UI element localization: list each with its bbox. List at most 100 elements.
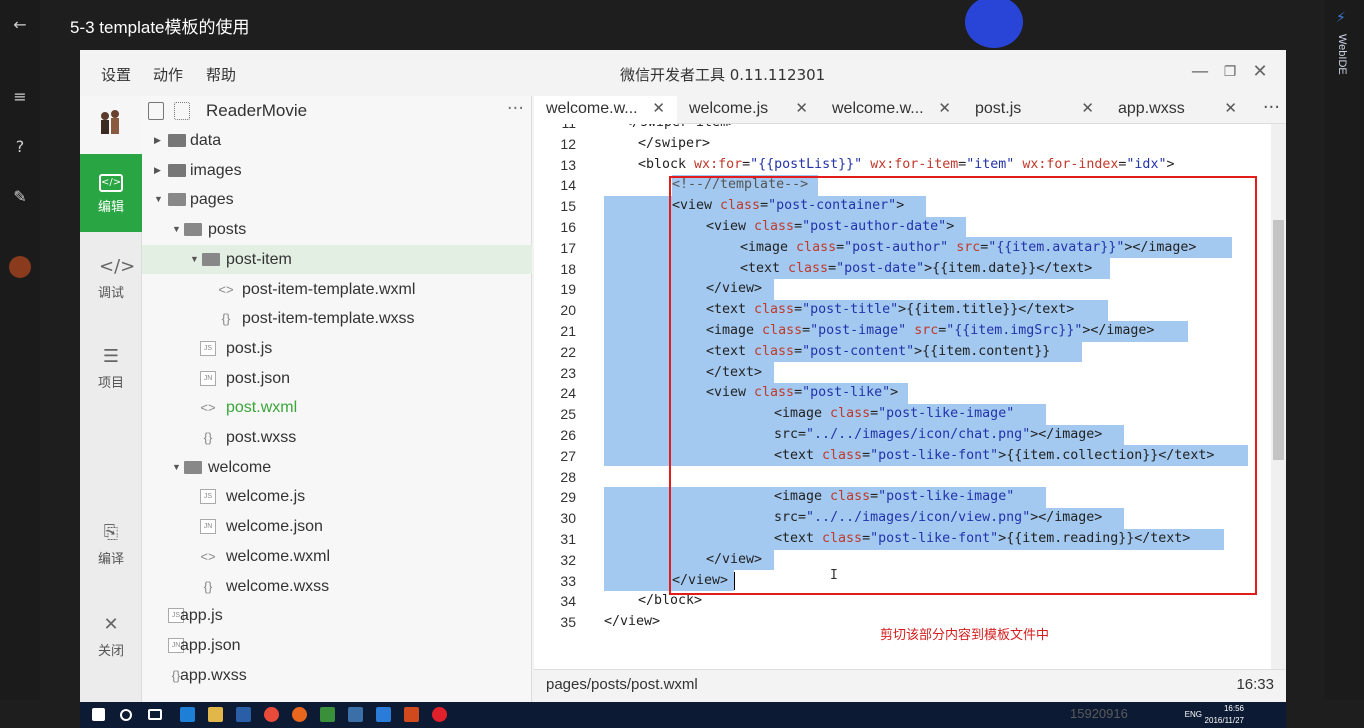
menu-actions[interactable]: 动作 — [153, 64, 183, 85]
tree-item-label: welcome.wxss — [226, 577, 330, 595]
tree-item-welcome[interactable]: ▼ welcome — [142, 453, 532, 482]
chevron-down-icon[interactable]: ▼ — [172, 453, 181, 482]
tree-item-app-json[interactable]: JN app.json — [142, 631, 532, 660]
tree-item-post-json[interactable]: JN post.json — [142, 364, 532, 393]
search-icon[interactable] — [120, 709, 132, 721]
ide-window: 设置 动作 帮助 微信开发者工具 0.11.112301 — ❐ ✕ </> 编… — [80, 50, 1286, 702]
chevron-right-icon[interactable]: ▶ — [154, 126, 161, 155]
chevron-right-icon[interactable]: ▶ — [154, 156, 161, 185]
file-tree: ReaderMovie ··· ▶ data ▶ images ▼ pages ▼ posts… — [142, 96, 532, 702]
windows-start-icon[interactable] — [92, 708, 105, 721]
wxss-file-icon: {} — [221, 311, 231, 327]
help-icon[interactable]: ? — [9, 136, 31, 158]
editor-tab[interactable]: welcome.js ✕ — [677, 96, 820, 124]
tab-label: welcome.w... — [546, 100, 638, 117]
editor-tab[interactable]: welcome.w... ✕ — [534, 96, 677, 124]
tab-label: post.js — [975, 100, 1022, 117]
activity-bar: </> 编辑 </> 调试 ☰ 项目 ⎘ 编译 ✕ 关闭 — [80, 96, 142, 702]
recorder-icon[interactable] — [432, 707, 447, 722]
line-number: 24 — [560, 385, 576, 402]
tree-item-welcome-wxml[interactable]: <> welcome.wxml — [142, 542, 532, 571]
tree-item-welcome-json[interactable]: JN welcome.json — [142, 512, 532, 541]
chevron-down-icon[interactable]: ▼ — [154, 185, 163, 214]
title-bar: 设置 动作 帮助 微信开发者工具 0.11.112301 — ❐ ✕ — [80, 50, 1286, 96]
activity-debug[interactable]: </> 调试 — [80, 242, 142, 312]
tree-item-post-wxml[interactable]: <> post.wxml — [142, 393, 532, 422]
chevron-down-icon[interactable]: ▼ — [190, 245, 199, 274]
code-line: </swiper-item> — [624, 124, 736, 133]
tree-item-welcome-js[interactable]: JS welcome.js — [142, 482, 532, 511]
tree-item-label: post.wxss — [226, 429, 297, 446]
explorer-icon[interactable] — [208, 707, 223, 722]
scrollbar-thumb[interactable] — [1273, 220, 1284, 460]
tree-item-post-wxss[interactable]: {} post.wxss — [142, 423, 532, 452]
tab-close-icon[interactable]: ✕ — [1081, 96, 1094, 122]
clock-date: 2016/11/27 — [1204, 716, 1244, 725]
language-indicator[interactable]: ENG — [1185, 710, 1202, 719]
vertical-scrollbar[interactable] — [1271, 124, 1286, 669]
annotation-box — [669, 176, 1257, 595]
tree-item-images[interactable]: ▶ images — [142, 156, 532, 185]
line-number: 34 — [560, 593, 576, 610]
webstorm-icon[interactable] — [348, 707, 363, 722]
line-number: 21 — [560, 323, 576, 339]
chrome-icon[interactable] — [264, 707, 279, 722]
activity-project[interactable]: ☰ 项目 — [80, 332, 142, 402]
pencil-icon[interactable]: ✎ — [9, 186, 31, 208]
tree-item-post-item-template-wxss[interactable]: {} post-item-template.wxss — [142, 304, 532, 333]
project-avatar[interactable] — [80, 96, 142, 154]
user-avatar-icon[interactable] — [9, 256, 31, 278]
ibeam-cursor-icon: I — [830, 568, 838, 583]
tree-item-post-js[interactable]: JS post.js — [142, 334, 532, 363]
webide-label[interactable]: WebIDE — [1336, 34, 1348, 75]
tree-item-pages[interactable]: ▼ pages — [142, 185, 532, 214]
tree-item-app-wxss[interactable]: {} app.wxss — [142, 661, 532, 690]
editor-tab[interactable]: app.wxss ✕ — [1106, 96, 1249, 124]
tab-label: welcome.w... — [832, 100, 924, 117]
chevron-down-icon[interactable]: ▼ — [172, 215, 181, 244]
edge-icon[interactable] — [180, 707, 195, 722]
js-file-icon: JS — [200, 489, 216, 505]
tree-item-post-item[interactable]: ▼ post-item — [142, 244, 532, 274]
back-arrow-icon[interactable]: ← — [9, 14, 31, 36]
tab-close-icon[interactable]: ✕ — [795, 96, 808, 122]
editor-tab[interactable]: welcome.w... ✕ — [820, 96, 963, 124]
activity-compile[interactable]: ⎘ 编译 — [80, 508, 142, 578]
minimize-icon[interactable]: — — [1190, 62, 1210, 82]
code-area[interactable]: 11 </swiper-item> 12 </swiper> 13 <block wx:f… — [534, 124, 1274, 669]
editor-tab[interactable]: post.js ✕ — [963, 96, 1106, 124]
task-view-icon[interactable] — [148, 709, 162, 720]
tree-item-post-item-template-wxml[interactable]: <> post-item-template.wxml — [142, 275, 532, 304]
tree-item-app-js[interactable]: JS app.js — [142, 601, 532, 630]
tree-item-label: welcome — [208, 458, 272, 476]
menu-icon[interactable]: ≡ — [9, 86, 31, 108]
compile-icon: ⎘ — [103, 522, 119, 543]
player-right-bar — [1324, 0, 1364, 700]
tree-item-label: app.json — [180, 636, 241, 654]
activity-edit[interactable]: </> 编辑 — [80, 154, 142, 232]
tab-close-icon[interactable]: ✕ — [938, 96, 951, 122]
menu-settings[interactable]: 设置 — [101, 64, 131, 85]
file-view-icon[interactable] — [148, 102, 164, 120]
devtools-icon[interactable] — [376, 707, 391, 722]
activity-close[interactable]: ✕ 关闭 — [80, 600, 142, 670]
app-icon[interactable] — [292, 707, 307, 722]
tabs-more-icon[interactable]: ··· — [1263, 96, 1280, 120]
photoshop-icon[interactable] — [236, 707, 251, 722]
outline-view-icon[interactable] — [174, 102, 190, 120]
tree-item-welcome-wxss[interactable]: {} welcome.wxss — [142, 572, 532, 601]
close-window-icon[interactable]: ✕ — [1250, 62, 1270, 82]
tree-item-data[interactable]: ▶ data — [142, 126, 532, 155]
tab-close-icon[interactable]: ✕ — [1224, 96, 1237, 122]
restore-icon[interactable]: ❐ — [1220, 62, 1240, 82]
tab-close-icon[interactable]: ✕ — [652, 96, 665, 122]
line-number: 18 — [560, 260, 576, 277]
powerpoint-icon[interactable] — [404, 707, 419, 722]
more-icon[interactable]: ··· — [507, 98, 524, 119]
editor-app-icon[interactable] — [320, 707, 335, 722]
right-margin — [1286, 50, 1324, 700]
tree-item-posts[interactable]: ▼ posts — [142, 215, 532, 244]
clock[interactable]: 16:56 2016/11/27 — [1205, 703, 1244, 727]
menu-help[interactable]: 帮助 — [206, 64, 236, 85]
folder-open-icon — [168, 193, 186, 207]
